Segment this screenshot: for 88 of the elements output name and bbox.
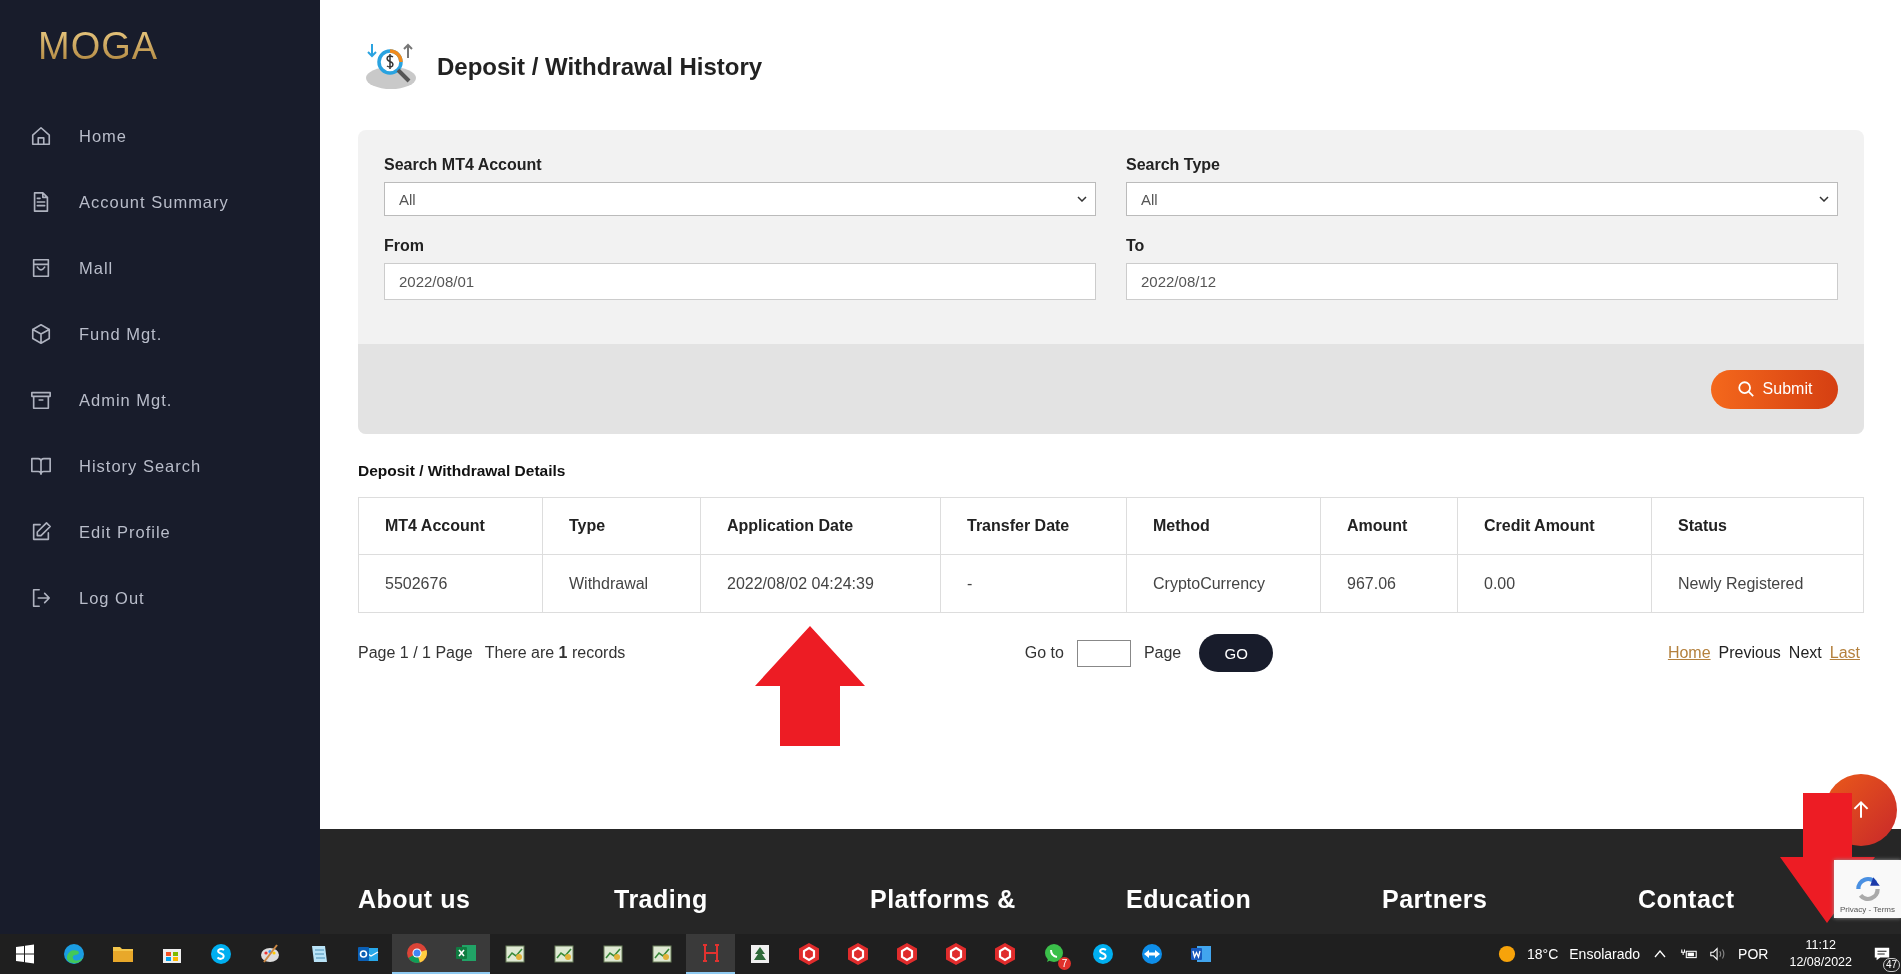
taskbar-app[interactable] — [686, 934, 735, 974]
field-label: Search Type — [1126, 156, 1220, 174]
dropdown[interactable]: All — [384, 182, 1096, 216]
go-button[interactable]: GO — [1199, 634, 1274, 672]
taskbar-app[interactable] — [441, 934, 490, 974]
bag-icon — [30, 257, 52, 279]
column-header: Amount — [1320, 497, 1458, 555]
sidebar-item[interactable]: Edit Profile — [0, 499, 171, 565]
column-header: Transfer Date — [940, 497, 1127, 555]
sidebar-item[interactable]: History Search — [0, 433, 202, 499]
table-cell: 2022/08/02 04:24:39 — [700, 554, 941, 613]
chart-icon — [600, 942, 625, 966]
footer-heading: Trading — [614, 885, 708, 914]
table-cell: - — [940, 554, 1127, 613]
column-header: Application Date — [700, 497, 941, 555]
column-header: Credit Amount — [1457, 497, 1652, 555]
chevron-down-icon — [1077, 196, 1087, 202]
footer-heading: Contact — [1638, 885, 1735, 914]
table-cell: 0.00 — [1457, 554, 1652, 613]
sidebar-item[interactable]: Mall — [0, 235, 114, 301]
chart-icon — [502, 942, 527, 966]
language-indicator[interactable]: POR — [1738, 946, 1769, 962]
section-title: Deposit / Withdrawal Details — [358, 462, 566, 480]
weather-text: Ensolarado — [1569, 946, 1641, 962]
logout-icon — [30, 587, 52, 609]
page-summary: Page 1 / 1 Page — [358, 644, 473, 662]
browser-icon — [61, 942, 86, 966]
field-label: To — [1126, 237, 1145, 255]
date-field[interactable]: 2022/08/01 — [384, 263, 1096, 300]
edit-icon — [30, 521, 52, 543]
page-label: Page — [1143, 644, 1182, 662]
book-icon — [30, 455, 52, 477]
page-title: Deposit / Withdrawal History — [437, 53, 763, 81]
temperature: 18°C — [1527, 946, 1559, 962]
browser-icon — [404, 941, 429, 965]
footer-heading: Partners — [1382, 885, 1488, 914]
footer-heading: About us — [358, 885, 471, 914]
date-field[interactable]: 2022/08/12 — [1126, 263, 1838, 300]
column-header: MT4 Account — [358, 497, 543, 555]
recaptcha-badge[interactable]: Privacy - Terms — [1834, 860, 1901, 918]
page-number-field[interactable] — [1076, 639, 1131, 667]
table-cell: Withdrawal — [542, 554, 701, 613]
clock[interactable]: 11:12 12/08/2022 — [1779, 937, 1862, 971]
field-label: From — [384, 237, 424, 255]
column-header: Type — [542, 497, 701, 555]
cube-icon — [30, 323, 52, 345]
sidebar-item[interactable]: Fund Mgt. — [0, 301, 163, 367]
table-cell: CryptoCurrency — [1126, 554, 1321, 613]
pagination-link[interactable]: Home — [1667, 644, 1711, 662]
sidebar-item[interactable]: Admin Mgt. — [0, 367, 173, 433]
record-count: There are 1 records — [484, 644, 626, 662]
footer-heading: Platforms & — [870, 885, 1016, 914]
table-cell: 967.06 — [1320, 554, 1458, 613]
notification-count: 47 — [1883, 958, 1901, 972]
notification-badge: 7 — [1058, 957, 1071, 970]
sun-icon — [1498, 945, 1516, 963]
chevron-down-icon — [1819, 196, 1829, 202]
hexagon-icon — [992, 942, 1017, 966]
hexagon-icon — [943, 942, 968, 966]
sidebar-item[interactable]: Log Out — [0, 565, 145, 631]
table-cell: 5502676 — [358, 554, 543, 613]
chart-icon — [649, 942, 674, 966]
column-header: Method — [1126, 497, 1321, 555]
app-icon — [208, 942, 233, 966]
recaptcha-links[interactable]: Privacy - Terms — [1840, 905, 1895, 918]
home-icon — [30, 125, 52, 147]
sidebar-item[interactable]: Account Summary — [0, 169, 229, 235]
goto-label: Go to — [1024, 644, 1064, 662]
column-header: Status — [1651, 497, 1864, 555]
table-cell: Newly Registered — [1651, 554, 1864, 613]
hexagon-icon — [894, 942, 919, 966]
app-icon — [1139, 942, 1164, 966]
taskbar-app[interactable]: 7 — [1029, 934, 1078, 974]
pagination-link[interactable]: Last — [1829, 644, 1860, 662]
archive-icon — [30, 389, 52, 411]
search-icon — [1736, 380, 1755, 398]
app-icon — [1090, 942, 1115, 966]
hexagon-icon — [845, 942, 870, 966]
pagination-link[interactable]: Previous — [1718, 644, 1781, 662]
submit-button[interactable]: Submit — [1711, 369, 1838, 409]
hexagon-icon — [796, 942, 821, 966]
field-label: Search MT4 Account — [384, 156, 542, 174]
taskbar-app[interactable] — [392, 934, 441, 974]
sidebar-item[interactable]: Home — [0, 103, 127, 169]
footer-heading: Education — [1126, 885, 1252, 914]
dropdown[interactable]: All — [1126, 182, 1838, 216]
pagination-link[interactable]: Next — [1788, 644, 1822, 662]
chart-icon — [551, 942, 576, 966]
